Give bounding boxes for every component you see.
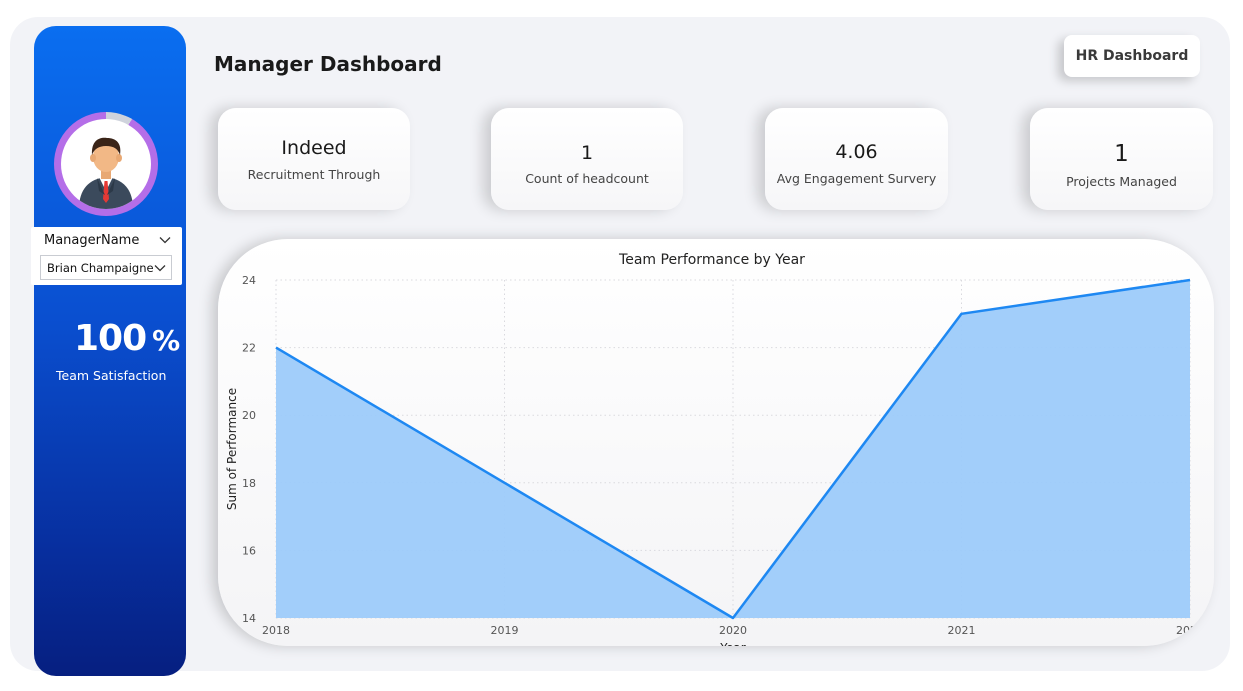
x-axis-label: Year <box>719 641 745 646</box>
kpi-card-recruitment: Indeed Recruitment Through <box>218 108 410 210</box>
team-satisfaction-unit: % <box>152 324 181 357</box>
kpi-card-engagement: 4.06 Avg Engagement Survery <box>765 108 948 210</box>
kpi-label: Projects Managed <box>1066 174 1177 189</box>
chevron-down-icon <box>154 265 166 272</box>
x-tick-label: 2022 <box>1176 624 1204 637</box>
kpi-value: 1 <box>580 142 594 164</box>
kpi-label: Count of headcount <box>525 171 649 186</box>
kpi-label: Avg Engagement Survery <box>776 171 937 186</box>
x-tick-label: 2021 <box>948 624 976 637</box>
y-tick-label: 16 <box>242 544 256 557</box>
chart-title: Team Performance by Year <box>618 252 805 268</box>
chart-svg: Team Performance by Year1416182022242018… <box>225 252 1204 646</box>
slicer-title: ManagerName <box>44 233 140 248</box>
x-tick-label: 2018 <box>262 624 290 637</box>
kpi-card-projects: 1 Projects Managed <box>1030 108 1213 210</box>
chevron-down-icon[interactable] <box>158 233 172 247</box>
manager-name-slicer: ManagerName Brian Champaigne <box>31 227 182 285</box>
avatar-ring <box>54 112 158 216</box>
y-tick-label: 22 <box>242 342 256 355</box>
y-tick-label: 24 <box>242 274 256 287</box>
avatar <box>61 119 151 209</box>
hr-dashboard-button[interactable]: HR Dashboard <box>1064 35 1200 77</box>
y-tick-label: 18 <box>242 477 256 490</box>
x-tick-label: 2019 <box>491 624 519 637</box>
manager-name-selected: Brian Champaigne <box>47 261 154 275</box>
y-tick-label: 20 <box>242 409 256 422</box>
page-title: Manager Dashboard <box>214 52 442 76</box>
team-satisfaction-value: 100% <box>74 318 180 359</box>
kpi-label: Recruitment Through <box>247 167 381 182</box>
team-performance-chart: Team Performance by Year 14 16 18 20 22 24 2018… <box>218 239 1214 646</box>
manager-name-dropdown[interactable]: Brian Champaigne <box>40 255 172 280</box>
kpi-value: 4.06 <box>835 141 878 163</box>
kpi-value: 1 <box>1114 141 1129 167</box>
y-tick-label: 14 <box>242 612 256 625</box>
businessman-avatar-icon <box>79 137 133 209</box>
y-axis-label: Sum of Performance <box>225 388 239 510</box>
team-satisfaction-number: 100 <box>74 318 147 359</box>
x-tick-label: 2020 <box>719 624 747 637</box>
kpi-value: Indeed <box>281 137 347 159</box>
team-satisfaction-label: Team Satisfaction <box>56 368 167 383</box>
kpi-card-headcount: 1 Count of headcount <box>491 108 683 210</box>
